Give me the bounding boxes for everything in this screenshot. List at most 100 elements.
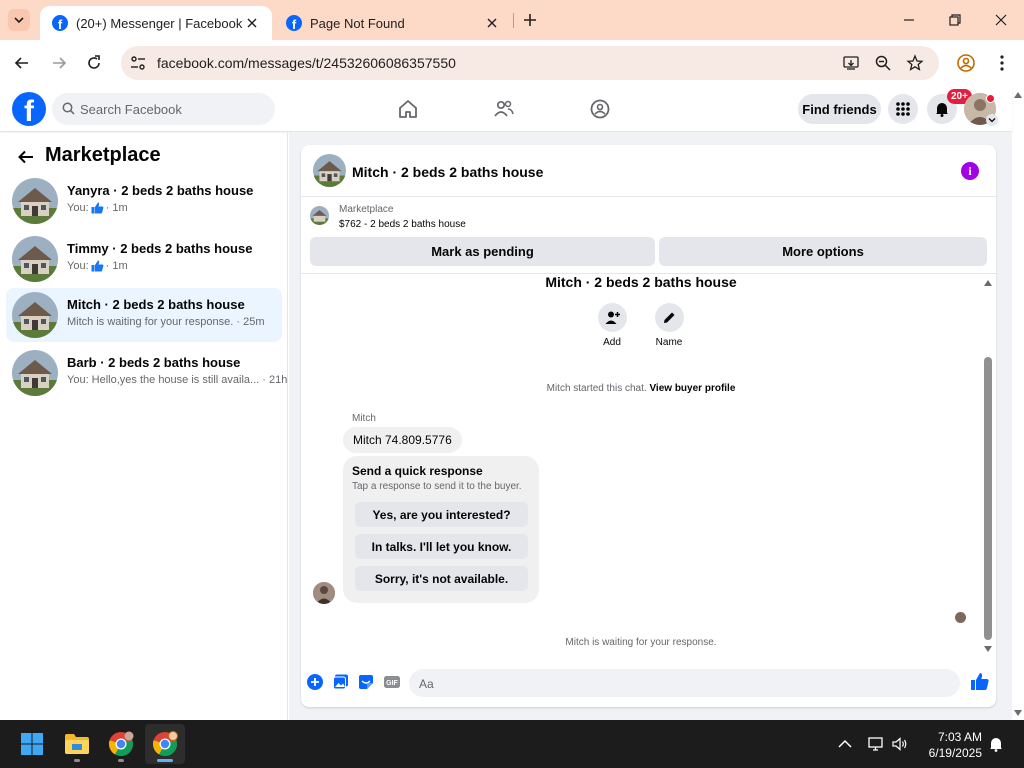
facebook-header: f Search Facebook Find friends 20+ [0, 86, 1012, 132]
account-chevron-icon[interactable] [986, 114, 998, 126]
sender-avatar[interactable] [313, 582, 335, 604]
friends-icon[interactable] [493, 98, 515, 120]
folder-icon [65, 734, 89, 754]
pencil-icon [664, 312, 675, 323]
marketplace-inbox-panel: Marketplace Yanyra · 2 beds 2 baths hous… [0, 133, 288, 720]
address-bar[interactable]: facebook.com/messages/t/2453260608635755… [121, 46, 939, 80]
facebook-logo[interactable]: f [12, 92, 46, 126]
menu-button[interactable] [888, 94, 918, 124]
volume-icon[interactable] [891, 735, 909, 753]
sticker-icon[interactable] [357, 673, 375, 691]
page-scroll-down-icon[interactable] [1013, 708, 1023, 718]
house-thumbnail [12, 292, 58, 338]
search-icon [62, 102, 75, 115]
facebook-search-input[interactable]: Search Facebook [52, 93, 275, 125]
gif-icon[interactable]: GIF [383, 673, 401, 691]
new-tab-plus-icon[interactable] [520, 10, 540, 30]
read-receipt-avatar [955, 612, 966, 623]
chrome-icon [152, 731, 178, 757]
house-thumbnail[interactable] [310, 206, 329, 225]
photo-icon[interactable] [332, 673, 350, 691]
profile-icon[interactable] [956, 53, 976, 73]
groups-icon[interactable] [589, 98, 611, 120]
tab-search-button[interactable] [8, 9, 30, 31]
quick-response-option[interactable]: Sorry, it's not available. [355, 566, 528, 591]
forward-arrow-icon[interactable] [49, 53, 69, 73]
plus-circle-icon[interactable] [306, 673, 324, 691]
facebook-favicon-icon: f [52, 15, 68, 31]
quick-response-subtitle: Tap a response to send it to the buyer. [352, 481, 522, 492]
search-placeholder: Search Facebook [80, 102, 182, 117]
install-app-icon[interactable] [842, 54, 860, 72]
bookmark-star-icon[interactable] [906, 54, 924, 72]
message-bubble[interactable]: Mitch 74.809.5776 [343, 427, 462, 453]
conversation-item[interactable]: Timmy · 2 beds 2 baths house You: · 1m [6, 232, 282, 286]
message-list: Mitch · 2 beds 2 baths house Add Name Mi… [301, 274, 996, 657]
panel-title: Marketplace [45, 144, 161, 166]
tab-close-icon[interactable] [484, 15, 500, 31]
conversation-item[interactable]: Yanyra · 2 beds 2 baths house You: · 1m [6, 174, 282, 228]
conversation-name: Timmy · 2 beds 2 baths house [67, 241, 253, 256]
svg-text:GIF: GIF [386, 680, 398, 687]
chrome-profile-1-button[interactable] [101, 724, 141, 764]
quick-response-card: Send a quick response Tap a response to … [343, 456, 539, 603]
conversation-name: Yanyra · 2 beds 2 baths house [67, 183, 254, 198]
tab-messenger[interactable]: f (20+) Messenger | Facebook [40, 6, 272, 40]
tray-chevron-up-icon[interactable] [836, 735, 854, 753]
taskbar-clock[interactable]: 7:03 AM 6/19/2025 [916, 729, 982, 761]
quick-response-option[interactable]: In talks. I'll let you know. [355, 534, 528, 559]
page-scroll-up-icon[interactable] [1013, 90, 1023, 100]
message-input[interactable]: Aa [409, 669, 960, 697]
back-arrow-icon[interactable] [12, 53, 32, 73]
close-window-icon[interactable] [991, 10, 1011, 30]
conversation-name: Barb · 2 beds 2 baths house [67, 355, 241, 370]
running-indicator [74, 759, 80, 762]
browser-menu-icon[interactable] [992, 53, 1012, 73]
house-thumbnail [12, 350, 58, 396]
more-options-button[interactable]: More options [659, 237, 987, 266]
network-icon[interactable] [867, 735, 885, 753]
minimize-icon[interactable] [899, 10, 919, 30]
chevron-down-icon [14, 17, 24, 24]
quick-response-title: Send a quick response [352, 464, 483, 478]
conversation-item[interactable]: Barb · 2 beds 2 baths house You: Hello,y… [6, 346, 287, 400]
name-chat-button[interactable]: Name [649, 303, 689, 348]
zoom-icon[interactable] [874, 54, 892, 72]
listing-price[interactable]: $762 - 2 beds 2 baths house [339, 219, 466, 230]
back-arrow-icon[interactable] [16, 147, 36, 167]
conversation-preview: You: · 1m [67, 202, 128, 214]
view-buyer-profile-link[interactable]: View buyer profile [649, 383, 735, 394]
chat-scrollbar-thumb[interactable] [984, 357, 992, 640]
file-explorer-button[interactable] [57, 724, 97, 764]
mark-as-pending-button[interactable]: Mark as pending [310, 237, 655, 266]
notification-bell-icon[interactable] [987, 735, 1005, 753]
thumbs-up-icon [91, 260, 104, 272]
quick-response-option[interactable]: Yes, are you interested? [355, 502, 528, 527]
account-alert-dot [986, 94, 995, 103]
home-icon[interactable] [397, 98, 419, 120]
clock-time: 7:03 AM [937, 730, 982, 744]
find-friends-button[interactable]: Find friends [798, 94, 881, 124]
tab-page-not-found[interactable]: f Page Not Found [274, 6, 512, 40]
browser-toolbar: facebook.com/messages/t/2453260608635755… [0, 40, 1024, 86]
reload-icon[interactable] [84, 53, 104, 73]
sender-name: Mitch [352, 413, 376, 424]
start-button[interactable] [12, 724, 52, 764]
url-text[interactable]: facebook.com/messages/t/2453260608635755… [157, 55, 456, 71]
info-icon[interactable]: i [961, 162, 979, 180]
like-thumbs-up-icon[interactable] [970, 672, 990, 692]
conversation-item-selected[interactable]: Mitch · 2 beds 2 baths house Mitch is wa… [6, 288, 282, 342]
add-people-button[interactable]: Add [592, 303, 632, 348]
site-settings-icon[interactable] [129, 54, 147, 72]
windows-taskbar: 7:03 AM 6/19/2025 [0, 720, 1024, 768]
chrome-profile-2-button[interactable] [145, 724, 185, 764]
conversation-preview: You: Hello,yes the house is still availa… [67, 374, 288, 386]
restore-icon[interactable] [945, 10, 965, 30]
house-thumbnail [12, 178, 58, 224]
house-thumbnail[interactable] [313, 154, 346, 187]
tab-close-icon[interactable] [244, 15, 260, 31]
running-indicator [157, 759, 173, 762]
waiting-notice: Mitch is waiting for your response. [565, 637, 717, 648]
message-placeholder: Aa [419, 677, 434, 691]
chat-title[interactable]: Mitch · 2 beds 2 baths house [352, 164, 543, 180]
